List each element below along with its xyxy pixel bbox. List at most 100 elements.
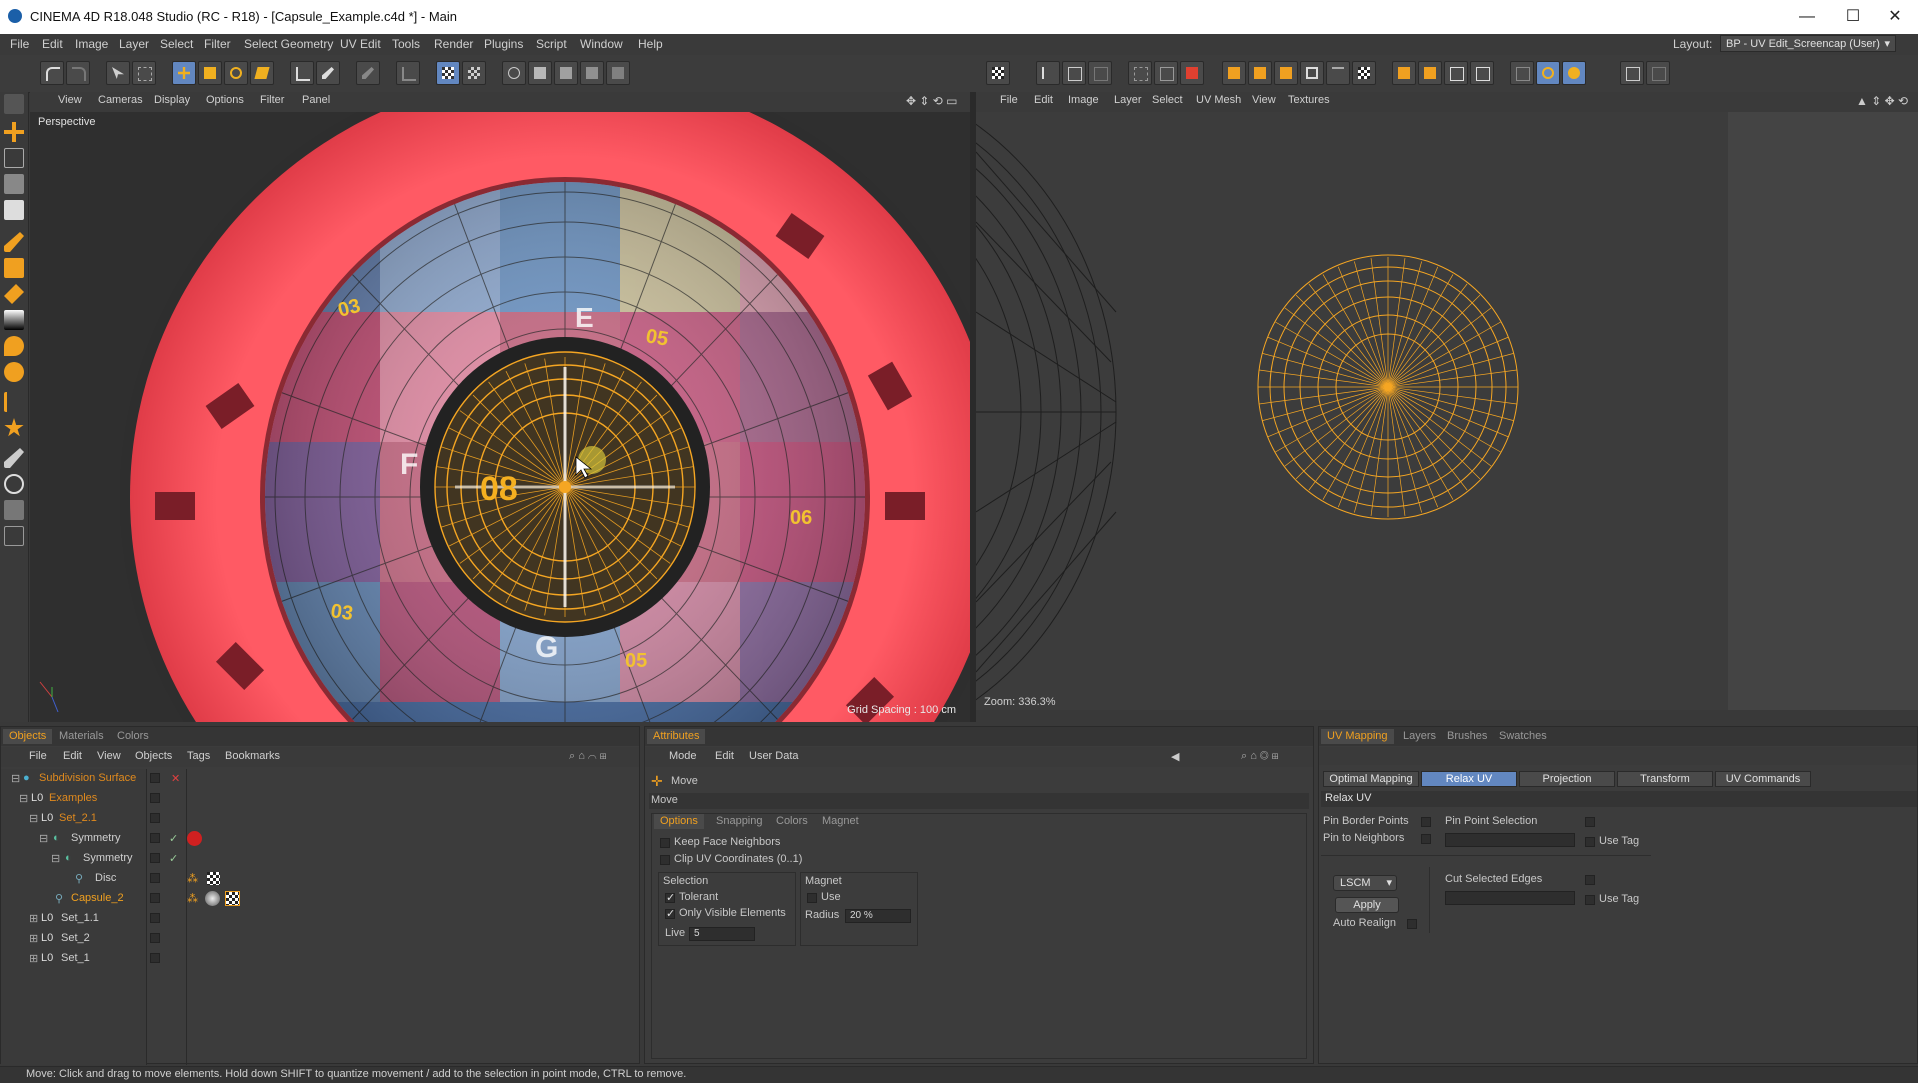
cut-edges-field[interactable] xyxy=(1445,891,1575,905)
uv-mode-button[interactable] xyxy=(462,61,486,85)
material-tag-icon[interactable] xyxy=(205,891,220,906)
uv-menu-select[interactable]: Select xyxy=(1152,94,1183,106)
selection-mode-button[interactable] xyxy=(132,61,156,85)
layer-toggle[interactable] xyxy=(150,893,160,903)
uvw-tag-icon[interactable]: ⁂ xyxy=(187,872,198,885)
menu-image[interactable]: Image xyxy=(75,37,108,51)
menu-filter[interactable]: Filter xyxy=(204,37,231,51)
tab-attributes[interactable]: Attributes xyxy=(647,729,706,744)
subtab-projection[interactable]: Projection xyxy=(1519,771,1615,787)
uv-layout-button[interactable] xyxy=(1444,61,1468,85)
uv-distribute-button[interactable] xyxy=(1418,61,1442,85)
object-row[interactable]: ⊟ ● Subdivision Surface ✕ xyxy=(1,769,641,789)
pin-border-checkbox[interactable] xyxy=(1421,817,1431,827)
transform-tool-button[interactable] xyxy=(250,61,274,85)
layout-dropdown[interactable]: BP - UV Edit_Screencap (User) ▾ xyxy=(1720,35,1896,52)
uv-checker-2-button[interactable] xyxy=(1352,61,1376,85)
keep-face-neighbors-checkbox[interactable] xyxy=(660,838,670,848)
pin-neighbors-checkbox[interactable] xyxy=(1421,834,1431,844)
subtab-snapping[interactable]: Snapping xyxy=(710,814,769,829)
layer-toggle[interactable] xyxy=(150,853,160,863)
enabled-check-icon[interactable]: ✓ xyxy=(169,852,178,865)
tab-swatches[interactable]: Swatches xyxy=(1493,729,1553,744)
tolerant-checkbox[interactable] xyxy=(665,891,675,904)
material-tag-icon[interactable] xyxy=(187,831,202,846)
menu-plugins[interactable]: Plugins xyxy=(484,37,523,51)
object-name[interactable]: Set_2 xyxy=(61,932,90,944)
magnet-use-checkbox[interactable] xyxy=(807,893,817,903)
live-selection-button[interactable] xyxy=(106,61,130,85)
search-icon[interactable]: ⌕ ⌂ ⌒ ⊞ xyxy=(569,750,607,763)
object-row[interactable]: ⊞ L0 Set_2 xyxy=(1,929,641,949)
layer-toggle[interactable] xyxy=(150,793,160,803)
object-name[interactable]: Set_1.1 xyxy=(61,912,99,924)
attr-menu-user-data[interactable]: User Data xyxy=(749,750,799,762)
uv-align-button[interactable] xyxy=(1392,61,1416,85)
object-row[interactable]: ⊟ L0 Set_2.1 xyxy=(1,809,641,829)
menu-layer[interactable]: Layer xyxy=(119,37,149,51)
uv-polygons-alt-button[interactable] xyxy=(554,61,578,85)
smudge-icon[interactable] xyxy=(4,362,24,382)
axis-icon[interactable] xyxy=(4,122,24,142)
move-tool-button[interactable] xyxy=(172,61,196,85)
subtab-transform[interactable]: Transform xyxy=(1617,771,1713,787)
uv-menu-uv-mesh[interactable]: UV Mesh xyxy=(1196,94,1241,106)
subtab-magnet[interactable]: Magnet xyxy=(816,814,865,829)
object-name[interactable]: Capsule_2 xyxy=(71,892,124,904)
menu-select[interactable]: Select xyxy=(160,37,193,51)
object-row[interactable]: ⊟ ◐ Symmetry ✓ xyxy=(1,849,641,869)
obj-menu-bookmarks[interactable]: Bookmarks xyxy=(225,750,280,762)
vp-menu-panel[interactable]: Panel xyxy=(302,94,330,106)
magnifier-icon[interactable] xyxy=(4,474,24,494)
subtab-relax-uv[interactable]: Relax UV xyxy=(1421,771,1517,787)
clip-uv-checkbox[interactable] xyxy=(660,855,670,865)
menu-tools[interactable]: Tools xyxy=(392,37,420,51)
menu-window[interactable]: Window xyxy=(580,37,623,51)
uv-weld-button[interactable] xyxy=(1510,61,1534,85)
workplane-button[interactable] xyxy=(396,61,420,85)
stamp-icon[interactable] xyxy=(4,258,24,278)
object-name[interactable]: Symmetry xyxy=(83,852,133,864)
layer-toggle[interactable] xyxy=(150,913,160,923)
uv-texture-button[interactable] xyxy=(606,61,630,85)
apply-button[interactable]: Apply xyxy=(1335,897,1399,913)
uv-deselect-button[interactable] xyxy=(1180,61,1204,85)
uv-pin-button[interactable] xyxy=(1036,61,1060,85)
menu-uv-edit[interactable]: UV Edit xyxy=(340,37,381,51)
minimize-button[interactable]: — xyxy=(1784,0,1830,34)
back-arrow-icon[interactable]: ◀ xyxy=(1171,750,1179,763)
close-button[interactable]: ✕ xyxy=(1872,0,1918,34)
3d-paint-button[interactable] xyxy=(316,61,340,85)
subtab-options[interactable]: Options xyxy=(654,814,704,829)
menu-file[interactable]: File xyxy=(10,37,29,51)
layer-toggle[interactable] xyxy=(150,833,160,843)
obj-menu-objects[interactable]: Objects xyxy=(135,750,172,762)
uv-menu-textures[interactable]: Textures xyxy=(1288,94,1330,106)
rotate-tool-button[interactable] xyxy=(224,61,248,85)
obj-menu-file[interactable]: File xyxy=(29,750,47,762)
eyedropper-icon[interactable] xyxy=(4,448,24,468)
tab-brushes[interactable]: Brushes xyxy=(1441,729,1493,744)
scale-tool-button[interactable] xyxy=(198,61,222,85)
projection-icon[interactable] xyxy=(4,526,24,546)
menu-edit[interactable]: Edit xyxy=(42,37,63,51)
method-dropdown[interactable]: LSCM ▾ xyxy=(1333,875,1397,891)
subtab-colors[interactable]: Colors xyxy=(770,814,814,829)
tab-objects[interactable]: Objects xyxy=(3,729,53,744)
layer-toggle[interactable] xyxy=(150,873,160,883)
obj-menu-tags[interactable]: Tags xyxy=(187,750,210,762)
layer-toggle[interactable] xyxy=(150,933,160,943)
text-tool-icon[interactable] xyxy=(4,392,27,412)
pin-point-selection-checkbox[interactable] xyxy=(1585,817,1595,827)
brush-icon[interactable] xyxy=(4,232,24,252)
uv-checker-button[interactable] xyxy=(986,61,1010,85)
search-icon[interactable]: ⌕ ⌂ ◎ ⊞ xyxy=(1241,750,1279,763)
object-name[interactable]: Symmetry xyxy=(71,832,121,844)
uv-points-button[interactable] xyxy=(502,61,526,85)
attr-menu-edit[interactable]: Edit xyxy=(715,750,734,762)
menu-select-geometry[interactable]: Select Geometry xyxy=(244,37,333,51)
vp-menu-options[interactable]: Options xyxy=(206,94,244,106)
uv-select-all-button[interactable] xyxy=(1128,61,1152,85)
subtab-uv-commands[interactable]: UV Commands xyxy=(1715,771,1811,787)
enabled-check-icon[interactable]: ✓ xyxy=(169,832,178,845)
